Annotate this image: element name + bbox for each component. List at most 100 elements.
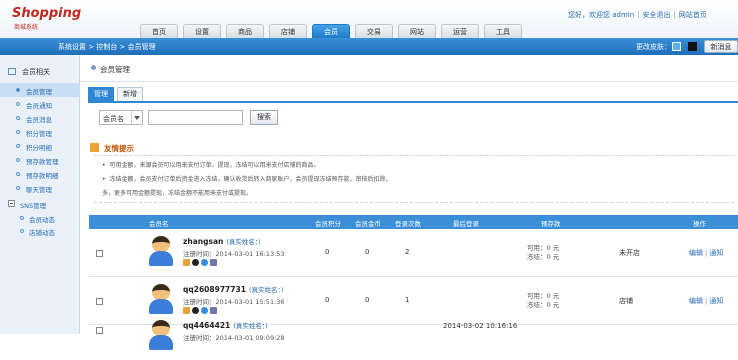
- bullet-icon: [20, 216, 24, 220]
- deposit-values: 可用：0 元冻结：0 元: [527, 292, 560, 309]
- nav-tab-member[interactable]: 会员: [312, 24, 350, 38]
- bullet-icon: [16, 102, 20, 106]
- sidebar-item-label: 积分明细: [26, 144, 52, 152]
- sidebar-item-label: 积分管理: [26, 130, 52, 138]
- notify-link[interactable]: 通知: [709, 297, 723, 305]
- breadcrumb-bar: 系统设置 > 控制台 > 会员管理 更改皮肤： 新消息: [0, 38, 738, 55]
- bullet-icon: [16, 144, 20, 148]
- tip-line: 多，更多可用金额提现，冻结金额不能用来支付或提现。: [102, 190, 253, 197]
- sidebar-item-label: 预存款明细: [26, 172, 59, 180]
- sidebar-group-label: SNS管理: [20, 202, 47, 210]
- coins-value: 0: [365, 248, 370, 256]
- site-home-link[interactable]: 网站首页: [679, 11, 707, 19]
- last-login-value: 2014-03-02 10:16:16: [443, 322, 518, 330]
- row-checkbox[interactable]: [96, 298, 103, 305]
- nav-tab-store[interactable]: 店铺: [269, 24, 307, 38]
- new-message-button[interactable]: 新消息: [704, 40, 738, 53]
- sidebar-item-label: 会员消息: [26, 116, 52, 124]
- tip-line: • 冻结金额，会员支付订单后资金进入冻结，确认收货后转入商家账户，会员提现冻结预存…: [102, 176, 392, 183]
- sidebar-item-points-detail[interactable]: 积分明细: [0, 139, 80, 153]
- table-row: qq4464421 (真实姓名：) 注册时间：2014-03-01 09:09:2…: [89, 313, 738, 360]
- sidebar-item-member-manage[interactable]: 会员管理: [0, 83, 80, 97]
- sidebar-item-member-notice[interactable]: 会员通知: [0, 97, 80, 111]
- sidebar-item-label: 店铺动态: [29, 229, 55, 237]
- nav-tab-home[interactable]: 首页: [140, 24, 178, 38]
- notify-link[interactable]: 通知: [709, 249, 723, 257]
- sidebar: 会员相关 会员管理 会员通知 会员消息 积分管理 积分明细 预存款管理 预存款明…: [0, 55, 80, 334]
- sidebar-group-sns[interactable]: SNS管理: [0, 197, 80, 211]
- nav-tab-settings[interactable]: 设置: [183, 24, 221, 38]
- logo-text: Shopping: [12, 6, 82, 21]
- contact-icons: [183, 259, 219, 266]
- edit-link[interactable]: 编辑: [689, 297, 703, 305]
- store-status: 店铺: [619, 297, 633, 305]
- sidebar-item-deposit-manage[interactable]: 预存款管理: [0, 153, 80, 167]
- tips-box: • 可用金额，来源会员可以用来支付订单，提现，冻结可以用来支付店铺的商品。 • 冻结…: [94, 155, 734, 203]
- th-deposit: 预存款: [541, 220, 561, 228]
- bullet-icon: [16, 116, 20, 120]
- bullet-icon: [20, 229, 24, 233]
- points-value: 0: [325, 248, 330, 256]
- register-time: 注册时间：2014-03-01 16:13:53: [183, 250, 285, 258]
- coins-value: 0: [365, 296, 370, 304]
- sidebar-section-header: 会员相关: [0, 65, 80, 79]
- sidebar-item-points-manage[interactable]: 积分管理: [0, 125, 80, 139]
- safe-exit-link[interactable]: 安全退出: [643, 11, 671, 19]
- nav-tab-tools[interactable]: 工具: [484, 24, 522, 38]
- sidebar-item-member-dynamics[interactable]: 会员动态: [0, 211, 80, 224]
- nav-tab-operation[interactable]: 运营: [441, 24, 479, 38]
- search-input[interactable]: [148, 110, 243, 125]
- search-field-select[interactable]: 会员名: [99, 110, 143, 125]
- table-header: 会员名 会员积分 会员金币 登录次数 最后登录 预存款 操作: [89, 215, 738, 229]
- skin-black-swatch[interactable]: [688, 42, 697, 51]
- logo-subtitle: 商城系统: [14, 24, 39, 31]
- sidebar-item-label: 预存款管理: [26, 158, 59, 166]
- nav-tab-goods[interactable]: 商品: [226, 24, 264, 38]
- sidebar-item-member-message[interactable]: 会员消息: [0, 111, 80, 125]
- avatar: [149, 284, 173, 314]
- edit-link[interactable]: 编辑: [689, 249, 703, 257]
- tab-manage[interactable]: 管理: [88, 87, 114, 102]
- th-username: 会员名: [149, 220, 169, 228]
- mail-icon[interactable]: [183, 259, 190, 266]
- list-icon: [8, 68, 16, 75]
- row-checkbox[interactable]: [96, 250, 103, 257]
- phone-icon[interactable]: [210, 259, 217, 266]
- store-status: 未开店: [619, 249, 640, 257]
- bullet-icon: [16, 172, 20, 176]
- qq-icon[interactable]: [192, 259, 199, 266]
- nav-tab-website[interactable]: 网站: [398, 24, 436, 38]
- skin-blue-swatch[interactable]: [672, 42, 681, 51]
- page-title: 会员管理: [100, 65, 130, 74]
- sidebar-item-label: 会员通知: [26, 102, 52, 110]
- tab-add[interactable]: 新增: [117, 87, 143, 102]
- main-nav: 首页 设置 商品 店铺 会员 交易 网站 运营 工具: [140, 24, 527, 38]
- greeting-text: 您好，欢迎您 admin: [568, 11, 635, 19]
- avatar: [149, 236, 173, 266]
- wangwang-icon[interactable]: [201, 259, 208, 266]
- tab-underline: [88, 101, 738, 103]
- sidebar-item-label: 聊天管理: [26, 186, 52, 194]
- th-logins: 登录次数: [395, 220, 421, 228]
- collapse-icon: [8, 200, 15, 207]
- sidebar-item-label: 会员动态: [29, 216, 55, 224]
- logins-value: 2: [405, 248, 410, 256]
- bullet-icon: [16, 130, 20, 134]
- skin-label: 更改皮肤：: [636, 43, 671, 51]
- sidebar-item-deposit-detail[interactable]: 预存款明细: [0, 167, 80, 181]
- username: qq4464421 (真实姓名：): [183, 321, 268, 330]
- th-coins: 会员金币: [355, 220, 381, 228]
- logins-value: 1: [405, 296, 410, 304]
- search-button[interactable]: 搜索: [250, 110, 278, 125]
- deposit-values: 可用：0 元冻结：0 元: [527, 244, 560, 261]
- chevron-down-icon: [131, 111, 142, 124]
- bullet-icon: [16, 88, 20, 92]
- username: zhangsan (真实姓名：): [183, 237, 261, 246]
- logo[interactable]: Shopping 商城系统: [12, 6, 102, 32]
- bullet-icon: [16, 158, 20, 162]
- row-checkbox[interactable]: [96, 327, 103, 334]
- sidebar-item-chat-manage[interactable]: 聊天管理: [0, 181, 80, 195]
- nav-tab-trade[interactable]: 交易: [355, 24, 393, 38]
- sidebar-item-store-dynamics[interactable]: 店铺动态: [0, 224, 80, 237]
- separator: |: [673, 11, 676, 19]
